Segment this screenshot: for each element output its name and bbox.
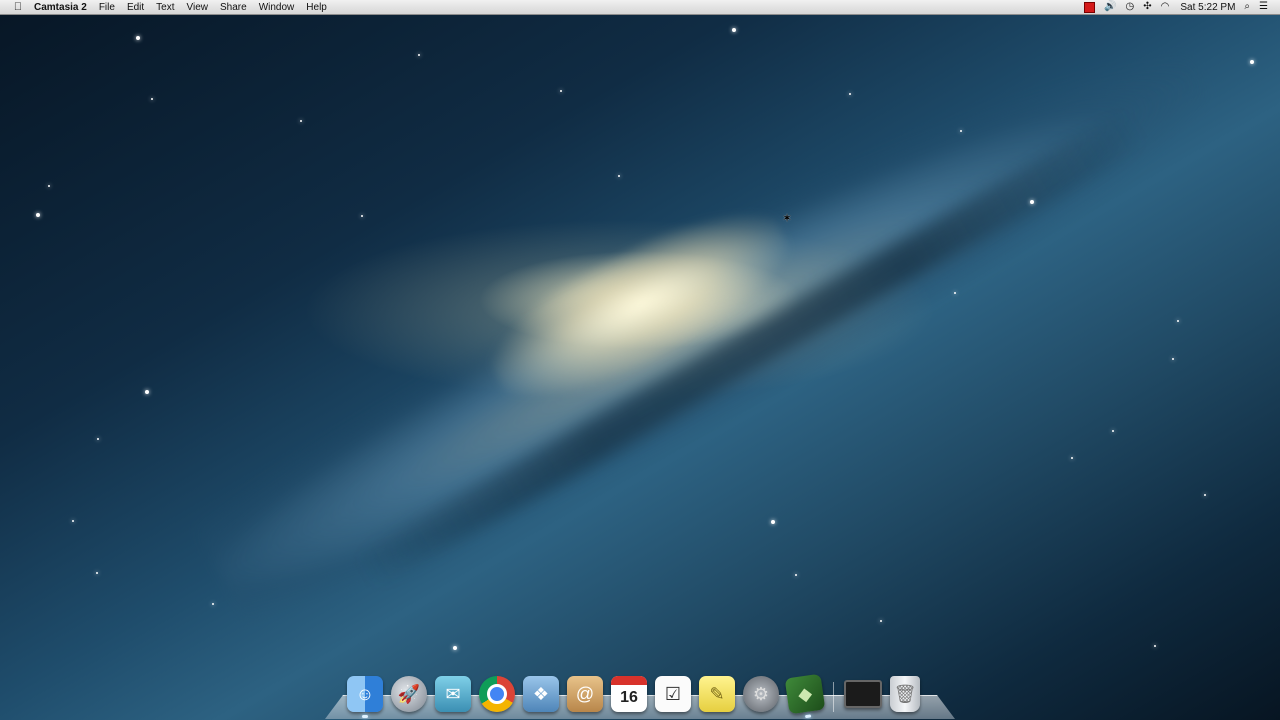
notes-icon[interactable]: ✎ [699,676,735,712]
list-icon[interactable]: ☰ [1259,0,1268,14]
star [880,620,882,622]
star [212,603,214,605]
wifi-icon[interactable]: ◠ [1161,0,1170,14]
preview-icon[interactable]: ❖ [523,676,559,712]
star [849,93,851,95]
calendar-icon[interactable]: 16 [611,676,647,712]
star [453,646,457,650]
status-area: 🔊 ◷ ✣ ◠ Sat 5:22 PM ⌕ ☰ [1084,0,1268,14]
dock-separator [833,682,834,712]
star [1154,645,1156,647]
menu-window[interactable]: Window [259,2,295,13]
star [618,175,620,177]
time-machine-icon[interactable]: ◷ [1126,0,1135,14]
dock: ☺ 🚀 ✉ ❖ @ 16 ☑ ✎ ⚙ ◆ 🗑 [325,672,955,720]
star [1112,430,1114,432]
star [136,36,140,40]
mail-icon[interactable]: ✉ [435,676,471,712]
star [1030,200,1034,204]
galaxy-dust-lane [350,107,1150,593]
menu-edit[interactable]: Edit [127,2,144,13]
menu-file[interactable]: File [99,2,115,13]
star [560,90,562,92]
star [151,98,153,100]
calendar-day: 16 [620,689,638,706]
star [1177,320,1179,322]
search-icon[interactable]: ⌕ [1244,0,1250,14]
mouse-cursor-icon: ✶ [782,211,793,225]
star [954,292,956,294]
star [771,520,775,524]
menu-text[interactable]: Text [156,2,174,13]
star [145,390,149,394]
menu-bar:  Camtasia 2 File Edit Text View Share W… [0,0,1280,15]
star [72,520,74,522]
star [300,120,302,122]
star [36,213,40,217]
record-icon[interactable] [1084,1,1096,13]
trash-icon[interactable]: 🗑 [890,676,920,712]
rocket-icon[interactable]: 🚀 [391,676,427,712]
menu-view[interactable]: View [187,2,209,13]
contacts-icon[interactable]: @ [567,676,603,712]
star [48,185,50,187]
star [732,28,736,32]
star [97,438,99,440]
star [1250,60,1254,64]
star [960,130,962,132]
dock-icons: ☺ 🚀 ✉ ❖ @ 16 ☑ ✎ ⚙ ◆ 🗑 [347,672,920,719]
chrome-icon[interactable] [479,676,515,712]
star [361,215,363,217]
monitor-icon[interactable] [844,680,882,708]
star [1172,358,1174,360]
app-menu-camtasia[interactable]: Camtasia 2 [34,2,87,13]
menu-clock[interactable]: Sat 5:22 PM [1180,2,1235,13]
gear-icon[interactable]: ⚙ [743,676,779,712]
star [1204,494,1206,496]
finder-icon[interactable]: ☺ [347,676,383,718]
star [96,572,98,574]
volume-icon[interactable]: 🔊 [1104,0,1116,14]
running-indicator [362,715,368,718]
reminders-icon[interactable]: ☑ [655,676,691,712]
bluetooth-icon[interactable]: ✣ [1143,0,1151,14]
star [795,574,797,576]
camtasia-icon[interactable]: ◆ [784,673,826,719]
apple-icon[interactable]:  [12,0,24,14]
star [1071,457,1073,459]
menu-help[interactable]: Help [306,2,327,13]
menu-share[interactable]: Share [220,2,247,13]
star [418,54,420,56]
desktop-wallpaper [0,0,1280,720]
